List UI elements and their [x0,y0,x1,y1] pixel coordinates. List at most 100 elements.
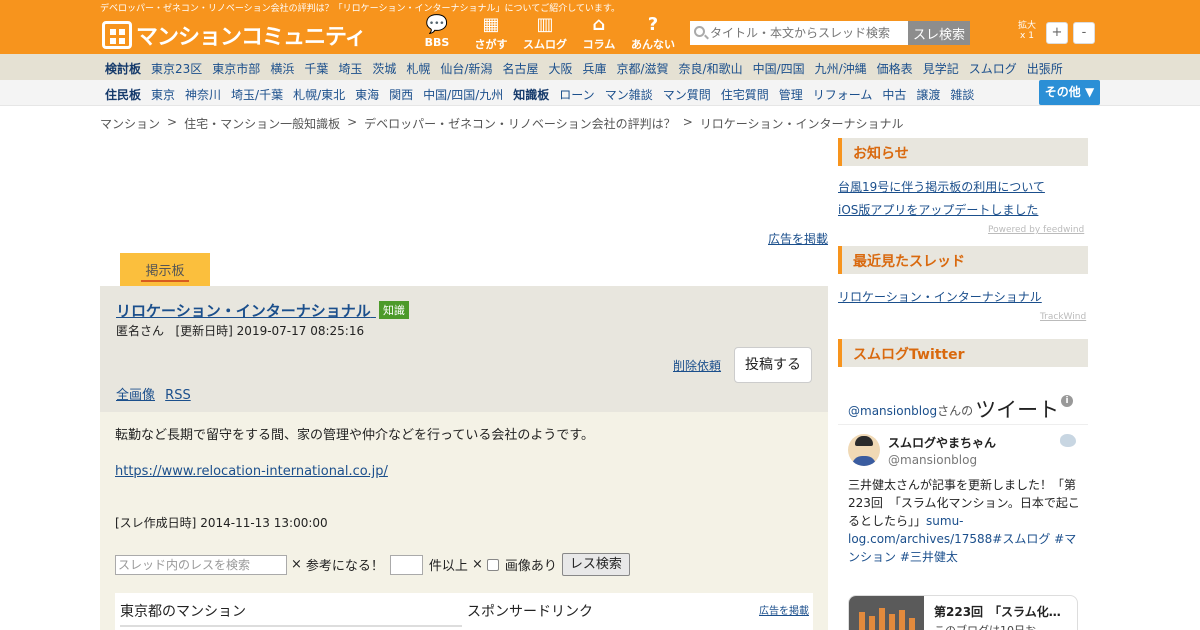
avatar[interactable] [848,434,880,466]
nav-study-item-10[interactable]: 大阪 [548,60,572,77]
trackwind-link[interactable]: TrackWind [1040,312,1086,322]
recent-thread-link[interactable]: リロケーション・インターナショナル [838,288,1042,305]
twitter-handle-link[interactable]: @mansionblog [848,404,937,418]
ad-placement-link[interactable]: 広告を掲載 [768,230,828,247]
nav-study-item-9[interactable]: 名古屋 [502,60,538,77]
category-nav-study: 検討板 東京23区 東京市部 横浜 千葉 埼玉 茨城 札幌 仙台/新潟 名古屋 大阪 兵庫 京都/滋賀奈… [0,54,1200,80]
nav-study-item-1[interactable]: 東京23区 [151,60,202,77]
nav-study-item-13[interactable]: 奈良/和歌山 [679,60,743,77]
company-url-link[interactable]: https://www.relocation-international.co.… [115,464,388,479]
nav-study-item-14[interactable]: 中国/四国 [753,60,805,77]
notice-link-2[interactable]: iOS版アプリをアップデートしました [838,201,1038,218]
nav-resident-item-9[interactable]: ローン [559,86,594,103]
nav-resident-item-4[interactable]: 札幌/東北 [293,86,345,103]
header-tagline: デベロッパー・ゼネコン・リノベーション会社の評判は？「リロケーション・インターナ… [100,4,621,14]
nav-study-item-8[interactable]: 仙台/新潟 [440,60,492,77]
nav-study-item-4[interactable]: 千葉 [304,60,328,77]
nav-search[interactable]: ▦ さがす [464,14,518,52]
thread-body-text: 転勤など長期で留守をする間、家の管理や仲介などを行っている会社のようです。 [115,428,595,443]
thread-author: 匿名さん [116,324,165,338]
nav-study-item-18[interactable]: スムログ [969,60,1017,77]
nav-resident-item-13[interactable]: 管理 [779,86,803,103]
nav-study-item-17[interactable]: 見学記 [923,60,959,77]
nav-study-item-7[interactable]: 札幌 [406,60,430,77]
thread-search-input[interactable] [690,21,908,45]
reply-search-button[interactable]: レス検索 [561,553,630,576]
nav-resident-item-16[interactable]: 譲渡 [916,86,940,103]
nav-resident-item-14[interactable]: リフォーム [813,86,873,103]
nav-resident-item-5[interactable]: 東海 [355,86,379,103]
nav-resident-item-15[interactable]: 中古 [882,86,906,103]
header-nav: 💬 BBS ▦ さがす ▥ スムログ ⌂ コラム ? あんない [410,14,680,52]
tweet-author-name[interactable]: スムログやまちゃん [888,434,996,451]
nav-study-item-5[interactable]: 埼玉 [338,60,362,77]
nav-bbs[interactable]: 💬 BBS [410,14,464,52]
twitter-bird-icon[interactable] [1060,434,1076,447]
powered-by-link[interactable]: Powered by feedwind [988,225,1084,235]
breadcrumb-item[interactable]: デベロッパー・ゼネコン・リノベーション会社の評判は？ [364,115,676,132]
recent-threads-heading: 最近見たスレッド [838,246,1088,274]
tweet-author-handle[interactable]: @mansionblog [888,453,977,467]
nav-resident-item-11[interactable]: マン質問 [663,86,711,103]
nav-study-item-6[interactable]: 茨城 [372,60,396,77]
board-badge: 知識 [378,301,409,319]
nav-study-item-2[interactable]: 東京市部 [212,60,260,77]
nav-resident-item-3[interactable]: 埼玉/千葉 [231,86,283,103]
other-menu-button[interactable]: その他 ▼ [1039,80,1100,105]
info-icon[interactable]: i [1061,395,1073,407]
nav-column[interactable]: ⌂ コラム [572,14,626,52]
sponsored-ad-link[interactable]: 広告を掲載 [759,602,809,617]
notice-link-1[interactable]: 台風19号に伴う掲示板の利用について [838,178,1045,195]
reply-search-input[interactable]: スレッド内のレスを検索 [115,554,287,575]
breadcrumb-item[interactable]: 住宅・マンション一般知識板 [184,115,340,132]
all-images-link[interactable]: 全画像 [116,388,155,403]
thread-header: リロケーション・インターナショナル 知識 匿名さん [更新日時] 2019-07… [100,286,828,412]
divider [838,424,1088,425]
created-time: 2014-11-13 13:00:00 [200,516,328,530]
sponsored-box: 東京都のマンション スポンサードリンク 広告を掲載 [115,593,813,630]
zoom-level: 拡大 x 1 [1018,21,1036,41]
nav-study-item-16[interactable]: 価格表 [877,60,913,77]
thread-search-button[interactable]: スレ検索 [908,21,970,45]
building-logo-icon [102,21,132,49]
delete-request-link[interactable]: 削除依頼 [673,357,721,374]
nav-resident-item-17[interactable]: 雑談 [950,86,974,103]
reply-filter: スレッド内のレスを検索 × 参考になる！ 件以上 × 画像あり レス検索 [115,553,630,576]
nav-study-item-0[interactable]: 検討板 [105,60,141,77]
tweet-card[interactable]: 第223回 「スラム化… このブログは10日お… [848,595,1078,630]
post-button[interactable]: 投稿する [734,347,812,383]
question-icon: ? [647,14,659,35]
sponsored-link-heading: スポンサードリンク [467,604,593,620]
nav-sumulog[interactable]: ▥ スムログ [518,14,572,52]
nav-resident-item-12[interactable]: 住宅質問 [721,86,769,103]
helpful-count-input[interactable] [389,554,423,575]
breadcrumb-item[interactable]: リロケーション・インターナショナル [700,115,904,132]
breadcrumb-separator: > [167,115,178,129]
nav-guide[interactable]: ? あんない [626,14,680,52]
nav-resident-item-10[interactable]: マン雑談 [605,86,653,103]
nav-resident-item-7[interactable]: 中国/四国/九州 [423,86,503,103]
nav-resident-item-1[interactable]: 東京 [151,86,175,103]
nav-study-item-12[interactable]: 京都/滋賀 [616,60,668,77]
rss-link[interactable]: RSS [165,388,191,403]
nav-resident-item-8[interactable]: 知識板 [513,86,549,103]
zoom-out-button[interactable]: - [1073,22,1095,44]
tab-board[interactable]: 掲示板 [120,253,210,286]
created-label: [スレ作成日時] [115,516,197,530]
nav-study-item-19[interactable]: 出張所 [1027,60,1063,77]
zoom-in-button[interactable]: + [1046,22,1068,44]
breadcrumb-item[interactable]: マンション [100,115,160,132]
breadcrumb-separator: > [682,115,693,129]
nav-resident-item-0[interactable]: 住民板 [105,86,141,103]
nav-study-item-11[interactable]: 兵庫 [582,60,606,77]
thread-title[interactable]: リロケーション・インターナショナル 知識 [116,300,409,321]
has-image-checkbox[interactable] [486,558,499,571]
nav-resident-item-6[interactable]: 関西 [389,86,413,103]
nav-resident-item-2[interactable]: 神奈川 [185,86,221,103]
search-icon [694,26,705,37]
zoom-label: 拡大 [1018,21,1037,31]
nav-study-item-3[interactable]: 横浜 [270,60,294,77]
site-logo[interactable]: マンションコミュニティ [102,19,367,51]
category-links-study: 検討板 東京23区 東京市部 横浜 千葉 埼玉 茨城 札幌 仙台/新潟 名古屋 大阪 兵庫 京都/滋賀奈… [105,60,1073,77]
nav-study-item-15[interactable]: 九州/沖縄 [815,60,867,77]
